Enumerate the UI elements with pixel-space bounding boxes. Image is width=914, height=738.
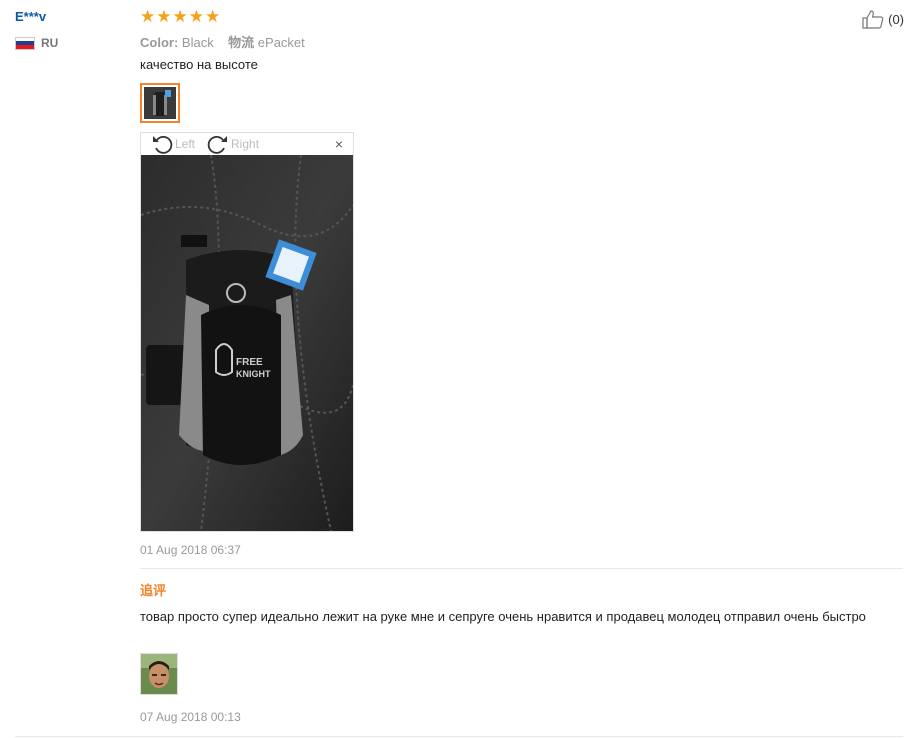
shipping-value: ePacket [257, 35, 305, 50]
review-date: 01 Aug 2018 06:37 [140, 543, 241, 557]
divider [15, 736, 903, 737]
close-icon[interactable]: × [335, 137, 343, 151]
selfie-photo-thumbnail [141, 654, 177, 694]
svg-text:KNIGHT: KNIGHT [236, 369, 271, 379]
reviewer-name[interactable]: E***v [15, 9, 46, 24]
order-attributes: Color: Black 物流 ePacket [140, 32, 305, 51]
bag-photo-large: FREE KNIGHT [141, 155, 353, 531]
rotate-right-button[interactable]: Right [207, 134, 259, 154]
additional-review-text: товар просто супер идеально лежит на рук… [140, 609, 866, 624]
image-viewer-toolbar: Left Right × [141, 133, 353, 155]
bag-photo-thumbnail [144, 87, 176, 119]
rotate-left-label: Left [175, 137, 196, 151]
star-icon: ★ [188, 7, 204, 26]
additional-review-date: 07 Aug 2018 00:13 [140, 710, 241, 724]
russia-flag-icon [15, 36, 35, 50]
helpful-count: (0) [888, 11, 904, 27]
star-icon: ★ [172, 7, 188, 26]
reviewer-country: RU [15, 36, 58, 50]
color-value: Black [181, 35, 214, 50]
additional-feedback-label: 追评 [140, 583, 167, 598]
star-icon: ★ [140, 7, 156, 26]
review-text: качество на высоте [140, 57, 258, 72]
star-icon: ★ [205, 7, 221, 26]
rotate-left-icon [153, 135, 173, 154]
rotate-left-button[interactable]: Left [151, 134, 195, 154]
country-code: RU [41, 36, 59, 50]
rotate-right-icon [207, 135, 228, 154]
shipping-label: 物流 [228, 35, 255, 50]
thumbs-up-icon [862, 10, 884, 29]
review-photo-thumbnail[interactable] [140, 83, 180, 123]
helpful-button[interactable]: (0) [862, 9, 904, 29]
divider [140, 568, 903, 569]
color-label: Color: [140, 35, 179, 50]
image-viewer: Left Right × FREE KNIGHT [140, 132, 354, 532]
svg-text:FREE: FREE [236, 357, 263, 368]
rating-stars: ★ ★ ★ ★ ★ [140, 8, 220, 25]
star-icon: ★ [156, 7, 172, 26]
additional-photo-thumbnail[interactable] [140, 653, 178, 695]
rotate-right-label: Right [231, 137, 260, 151]
